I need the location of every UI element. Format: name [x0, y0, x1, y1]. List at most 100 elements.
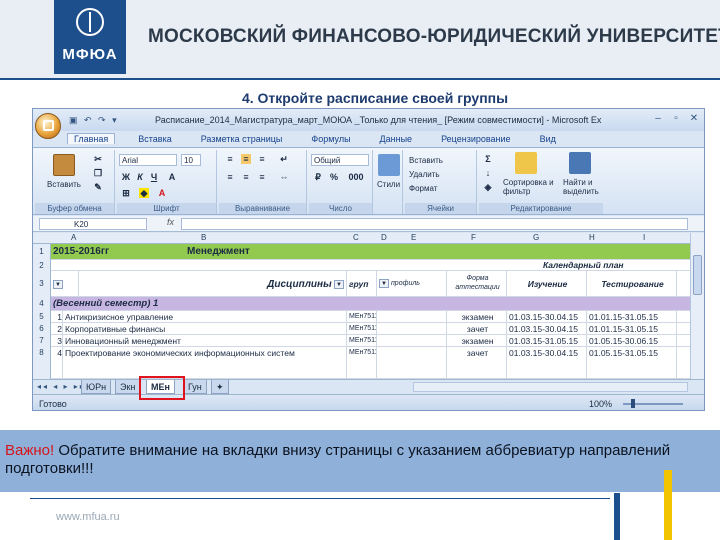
cell-group-code[interactable]: МЕн7511 — [347, 335, 377, 346]
find-select-icon[interactable] — [569, 152, 591, 174]
cell-group-code[interactable]: МЕн7511 — [347, 311, 377, 322]
zoom-level[interactable]: 100% — [589, 399, 612, 409]
col-header[interactable]: E — [411, 233, 416, 242]
cell-attestation[interactable]: зачет — [447, 347, 507, 378]
col-header[interactable]: D — [381, 233, 387, 242]
underline-icon[interactable]: Ч — [149, 172, 159, 182]
cell-attestation-header[interactable]: Форма аттестации — [447, 271, 507, 296]
format-painter-icon[interactable]: ✎ — [93, 182, 103, 192]
cell-discipline[interactable]: Антикризисное управление — [63, 311, 347, 322]
cell-profile[interactable] — [377, 323, 447, 334]
tab-review[interactable]: Рецензирование — [435, 134, 517, 144]
paste-icon[interactable] — [53, 154, 75, 176]
align-right-icon[interactable]: ≡ — [257, 172, 267, 182]
cut-icon[interactable]: ✂ — [93, 154, 103, 164]
scroll-thumb[interactable] — [693, 255, 702, 295]
cell-calendar-plan[interactable]: Календарный план — [541, 260, 681, 270]
autosum-icon[interactable]: Σ — [483, 154, 493, 164]
cell-group-code[interactable]: МЕн7511 — [347, 347, 377, 378]
sheet-tab-yurn[interactable]: ЮРн — [81, 380, 112, 394]
col-header[interactable]: C — [353, 233, 359, 242]
cell-test-dates[interactable]: 01.01.15-31.05.15 — [587, 311, 677, 322]
sheet-tab-ekn[interactable]: Экн — [115, 380, 141, 394]
cell-semester[interactable]: (Весенний семестр) 1 — [51, 297, 451, 310]
wrap-text-icon[interactable]: ↵ — [279, 154, 289, 164]
cell-discipline[interactable]: Инновационный менеджмент — [63, 335, 347, 346]
cell-num[interactable]: 4 — [51, 347, 63, 378]
cell-group-header[interactable]: груп — [347, 271, 377, 296]
close-icon[interactable]: ✕ — [687, 113, 701, 125]
cell-discipline[interactable]: Корпоративные финансы — [63, 323, 347, 334]
zoom-slider-handle[interactable] — [631, 399, 635, 408]
merge-cells-icon[interactable]: ⇔ — [279, 172, 289, 182]
cell-year[interactable]: 2015-2016гг — [51, 244, 185, 259]
insert-cells-button[interactable]: Вставить — [409, 156, 443, 165]
tab-home[interactable]: Главная — [67, 133, 116, 144]
col-header[interactable]: G — [533, 233, 539, 242]
paste-button[interactable]: Вставить — [47, 180, 81, 189]
align-center-icon[interactable]: ≡ — [241, 172, 251, 182]
fx-icon[interactable]: fx — [167, 217, 174, 227]
align-bottom-icon[interactable]: ≡ — [257, 154, 267, 164]
cell-disciplines-header[interactable]: Дисциплины ▼ — [79, 271, 347, 296]
styles-button[interactable]: Стили — [377, 180, 400, 189]
tab-page-layout[interactable]: Разметка страницы — [195, 134, 289, 144]
fill-icon[interactable]: ↓ — [483, 168, 493, 178]
thousands-icon[interactable]: 000 — [347, 172, 365, 182]
format-cells-button[interactable]: Формат — [409, 184, 437, 193]
align-top-icon[interactable]: ≡ — [225, 154, 235, 164]
col-header[interactable]: B — [201, 233, 206, 242]
styles-icon[interactable] — [378, 154, 400, 176]
bold-icon[interactable]: Ж — [121, 172, 131, 182]
cell-test-dates[interactable]: 01.05.15-31.05.15 — [587, 347, 677, 378]
copy-icon[interactable]: ❐ — [93, 168, 103, 178]
font-name-select[interactable]: Arial — [119, 154, 177, 166]
row-header[interactable]: 7 — [33, 335, 51, 347]
tab-data[interactable]: Данные — [374, 134, 419, 144]
horizontal-scrollbar[interactable] — [413, 382, 688, 392]
tab-insert[interactable]: Вставка — [132, 134, 177, 144]
cell-num[interactable]: 2 — [51, 323, 63, 334]
minimize-icon[interactable]: – — [651, 113, 665, 125]
percent-icon[interactable]: % — [329, 172, 339, 182]
cell-num[interactable]: 3 — [51, 335, 63, 346]
office-button[interactable] — [35, 113, 61, 139]
align-middle-icon[interactable]: ≡ — [241, 154, 251, 164]
row-header[interactable]: 1 — [33, 244, 51, 260]
cell-profile[interactable] — [377, 347, 447, 378]
row-header[interactable]: 8 — [33, 347, 51, 379]
cell-testing-header[interactable]: Тестирование — [587, 271, 677, 296]
cell-attestation[interactable]: экзамен — [447, 311, 507, 322]
footer-url[interactable]: www.mfua.ru — [56, 511, 120, 523]
cell-attestation[interactable]: зачет — [447, 323, 507, 334]
tab-view[interactable]: Вид — [534, 134, 562, 144]
cell-num[interactable]: 1 — [51, 311, 63, 322]
row-header[interactable]: 6 — [33, 323, 51, 335]
sort-filter-icon[interactable] — [515, 152, 537, 174]
borders-icon[interactable]: ⊞ — [121, 188, 131, 198]
cell-filter[interactable]: ▼ — [51, 271, 79, 296]
find-select-button[interactable]: Найти и выделить — [563, 178, 603, 196]
cell-study-header[interactable]: Изучение — [507, 271, 587, 296]
filter-dropdown-icon[interactable]: ▼ — [53, 280, 63, 290]
col-header[interactable]: H — [589, 233, 595, 242]
row-header[interactable]: 2 — [33, 260, 51, 271]
number-format-select[interactable]: Общий — [311, 154, 369, 166]
row-header[interactable]: 5 — [33, 311, 51, 323]
cell-test-dates[interactable]: 01.05.15-30.06.15 — [587, 335, 677, 346]
formula-input[interactable] — [181, 218, 688, 230]
font-color-icon[interactable]: A — [157, 188, 167, 198]
fill-color-icon[interactable]: ◆ — [139, 188, 149, 198]
filter-dropdown-icon[interactable]: ▼ — [334, 280, 344, 290]
sheet-tab-gun[interactable]: Гун — [183, 380, 207, 394]
vertical-scrollbar[interactable] — [690, 233, 704, 379]
quick-access-toolbar[interactable]: ▣ ↶ ↷ ▾ — [69, 115, 119, 126]
italic-icon[interactable]: К — [135, 172, 145, 182]
font-size-select[interactable]: 10 — [181, 154, 201, 166]
cell-study-dates[interactable]: 01.03.15-31.05.15 — [507, 335, 587, 346]
col-header[interactable]: A — [71, 233, 76, 242]
row-header[interactable]: 3 — [33, 271, 51, 297]
cell-study-dates[interactable]: 01.03.15-30.04.15 — [507, 347, 587, 378]
grow-font-icon[interactable]: A — [167, 172, 177, 182]
cell-test-dates[interactable]: 01.01.15-31.05.15 — [587, 323, 677, 334]
